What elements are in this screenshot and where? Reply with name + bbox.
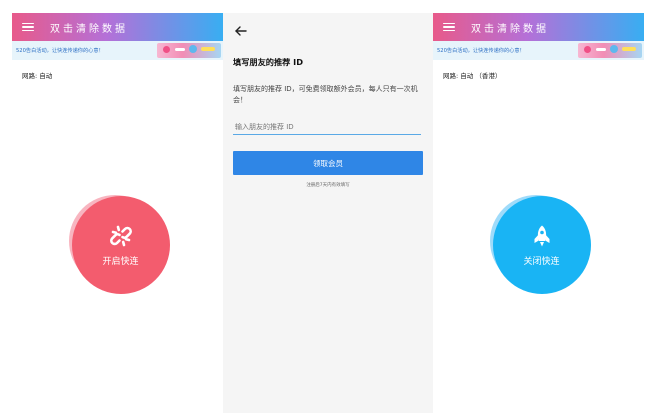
promo-banner-image[interactable] [578, 43, 642, 58]
promo-banner-text[interactable]: 520告白活动，让快连传递你的心意！ [437, 47, 525, 54]
page-title: 填写朋友的推荐 ID [233, 57, 304, 67]
app-title[interactable]: 双击清除数据 [50, 20, 128, 35]
promo-banner-image[interactable] [157, 43, 221, 58]
disconnect-button-label: 关闭快连 [523, 256, 560, 267]
referral-note: 注册后7天内有效填写 [306, 183, 350, 188]
back-arrow-icon[interactable] [235, 26, 247, 36]
referral-id-input[interactable] [233, 120, 421, 135]
promo-banner[interactable]: 520告白活动，让快连传递你的心意！ [12, 41, 223, 60]
promo-banner[interactable]: 520告白活动，让快连传递你的心意！ [433, 41, 644, 60]
home-screen-connected: 双击清除数据 520告白活动，让快连传递你的心意！ 网路: 自动 （香港） 关闭… [433, 13, 644, 413]
referral-screen: 填写朋友的推荐 ID 填写朋友的推荐 ID，可免费领取额外会员，每人只有一次机会… [223, 13, 433, 413]
broken-link-icon [109, 225, 132, 246]
app-bar: 双击清除数据 [12, 13, 223, 41]
connect-button-label: 开启快连 [102, 256, 139, 267]
app-title[interactable]: 双击清除数据 [471, 20, 549, 35]
home-screen-disconnected: 双击清除数据 520告白活动，让快连传递你的心意！ 网路: 自动 开启快连 [12, 13, 223, 413]
network-mode: 网路: 自动 （香港） [443, 72, 502, 80]
referral-description: 填写朋友的推荐 ID，可免费领取额外会员，每人只有一次机会！ [233, 85, 418, 104]
claim-membership-button[interactable]: 领取会员 [233, 151, 423, 175]
disconnect-button[interactable]: 关闭快连 [492, 196, 591, 294]
network-mode: 网路: 自动 [22, 72, 53, 80]
menu-icon[interactable] [22, 22, 34, 32]
promo-banner-text[interactable]: 520告白活动，让快连传递你的心意！ [16, 47, 104, 54]
connect-button[interactable]: 开启快连 [71, 196, 170, 294]
menu-icon[interactable] [443, 22, 455, 32]
app-bar: 双击清除数据 [433, 13, 644, 41]
rocket-icon [534, 225, 549, 246]
